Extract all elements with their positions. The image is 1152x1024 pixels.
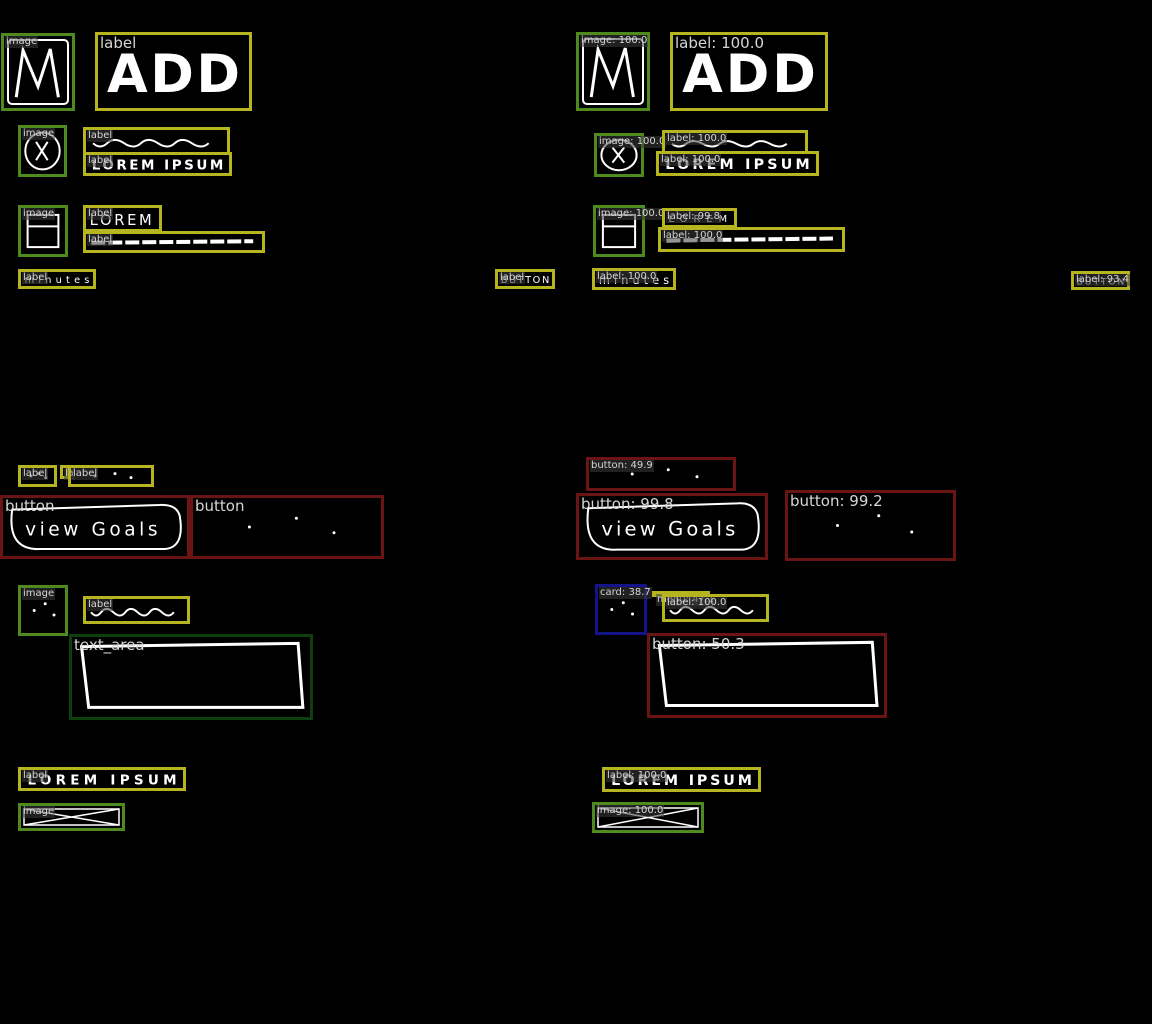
bbox-label: button: 99.8 — [581, 495, 674, 513]
bbox-label: label — [83, 596, 190, 624]
bbox-label: LOREM label — [83, 205, 162, 232]
bbox-image: image: 100.0 — [592, 802, 704, 833]
bbox-button: view Goals button — [0, 495, 190, 559]
bbox-label: image — [22, 806, 56, 818]
bbox-label: label — [18, 465, 57, 487]
bbox-label: label — [87, 208, 114, 220]
bbox-label: label — [87, 234, 114, 246]
bbox-label: image — [5, 36, 39, 48]
bbox-label: label: 100.0 — [658, 227, 845, 252]
bbox-label: LOREM IPSUMlabel — [18, 767, 186, 791]
bbox-text-area: text_area — [69, 634, 313, 720]
svg-text:view Goals: view Goals — [601, 518, 735, 541]
bbox-image: image — [18, 585, 68, 636]
bbox-image: image — [18, 803, 125, 831]
bbox-label: image: 100.0 — [580, 35, 649, 47]
bbox-image: image: 100.0 — [594, 133, 667, 177]
bbox-label: LOREM IPSUMlabel — [83, 152, 232, 176]
svg-text:LOREM IPSUM: LOREM IPSUM — [27, 772, 176, 788]
bbox-label: label: 99.8 — [666, 211, 721, 223]
bbox-image: image — [18, 205, 68, 257]
bbox-label: minuteslabel: 100.0 — [592, 268, 676, 290]
bbox-image: image: 100.0 — [593, 205, 666, 257]
bbox-label: ADD label — [95, 32, 252, 111]
bbox-label: label: 100.0 — [662, 230, 724, 242]
bbox-label: button — [195, 497, 245, 515]
prediction-panel: image: 100.0 ADD label: 100.0 image: 100.0… — [576, 0, 1152, 1024]
bbox-label: label: 100.0 — [675, 34, 765, 52]
bbox-label: label: 100.0 — [660, 154, 722, 166]
bbox-card: card: 38.7 — [595, 584, 652, 635]
bbox-label: label: 100.0 — [666, 133, 728, 145]
bbox-image: image — [1, 33, 75, 111]
bbox-image: image: 100.0 — [576, 32, 650, 111]
bbox-label: button: 50.3 — [652, 635, 745, 653]
bbox-label: label — [22, 770, 49, 782]
bbox-label: card: 38.7 — [599, 587, 652, 599]
bbox-label: image — [22, 208, 56, 220]
bbox-label: label — [22, 272, 49, 284]
bbox-label: image: 100.0 — [596, 805, 665, 817]
bbox-label: label — [68, 465, 154, 487]
bbox-label: LOREM IPSUMlabel: 100.0 — [602, 767, 761, 792]
bbox-label: label — [83, 231, 265, 253]
bbox-label: image — [22, 128, 56, 140]
bbox-label: label: 100.0 — [662, 594, 769, 622]
bbox-label: label — [72, 468, 99, 480]
bbox-label: label — [100, 34, 137, 52]
bbox-label: image: 100.0 — [598, 136, 667, 148]
bbox-label: minuteslabel — [18, 269, 96, 289]
bbox-button: button: 99.2 — [785, 490, 956, 561]
bbox-label: label — [87, 130, 114, 142]
bbox-button: button: 49.9 — [586, 457, 736, 491]
bbox-label: LOREM IPSUMlabel: 100.0 — [656, 151, 819, 176]
bbox-label: button — [5, 497, 55, 515]
ground-truth-panel: imageADDlabel imagelabelLOREM IPSUMlabel… — [0, 0, 576, 1024]
bbox-label: BUTTONlabel — [495, 269, 555, 289]
bbox-label: label — [83, 127, 230, 155]
bbox-label: label: 100.0 — [666, 597, 728, 609]
bbox-label: button: 99.2 — [790, 492, 883, 510]
bbox-button: button — [190, 495, 384, 559]
bbox-label: label: 100.0 — [606, 770, 668, 782]
bbox-label: label — [499, 272, 526, 284]
svg-text:view Goals: view Goals — [25, 520, 157, 541]
bbox-button: button: 50.3 — [647, 633, 887, 718]
bbox-button: view Goals button: 99.8 — [576, 493, 768, 560]
bbox-label: image — [22, 588, 56, 600]
bbox-label: LOREMlabel: 99.8 — [662, 208, 737, 228]
svg-text:ADD: ADD — [682, 44, 816, 105]
bbox-label: label: 100.0 — [596, 271, 658, 283]
svg-text:ADD: ADD — [107, 44, 240, 105]
bbox-label: label — [87, 599, 114, 611]
bbox-label: ADD label: 100.0 — [670, 32, 828, 111]
bbox-label: label — [22, 468, 49, 480]
bbox-label: image: 100.0 — [597, 208, 666, 220]
bbox-image: image — [18, 125, 67, 177]
bbox-label: label: 93.4 — [1075, 274, 1130, 286]
bbox-label: button: 49.9 — [590, 460, 654, 472]
bbox-label: BUTTONlabel: 93.4 — [1071, 271, 1130, 290]
bbox-label: label — [87, 155, 114, 167]
bbox-label: text_area — [74, 636, 145, 654]
